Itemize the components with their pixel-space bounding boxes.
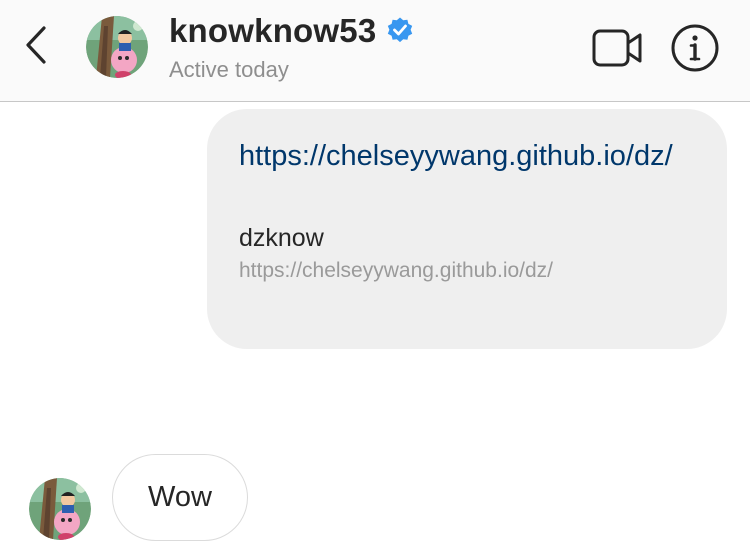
back-button[interactable] — [16, 22, 56, 72]
info-icon — [670, 24, 720, 77]
chat-screen: knowknow53 Active today https://chelseyy… — [0, 0, 750, 548]
profile-avatar-icon[interactable] — [86, 16, 148, 78]
chevron-left-icon — [24, 25, 48, 70]
chat-header: knowknow53 Active today — [0, 0, 750, 102]
video-call-icon — [592, 29, 644, 73]
link-preview-url: https://chelseyywang.github.io/dz/ — [239, 259, 554, 282]
sender-avatar-icon[interactable] — [29, 478, 91, 540]
message-link[interactable]: https://chelseyywang.github.io/dz/ — [239, 135, 709, 178]
header-title[interactable]: knowknow53 — [169, 12, 415, 50]
active-status: Active today — [169, 57, 289, 82]
message-text: Wow — [148, 481, 212, 513]
verified-badge-icon — [385, 16, 415, 46]
info-button[interactable] — [670, 23, 720, 73]
username: knowknow53 — [169, 12, 377, 49]
link-message-bubble[interactable]: https://chelseyywang.github.io/dz/ dzkno… — [207, 109, 727, 349]
link-preview-title: dzknow — [239, 224, 324, 252]
video-call-button[interactable] — [592, 27, 644, 69]
text-message-bubble[interactable]: Wow — [112, 454, 248, 541]
